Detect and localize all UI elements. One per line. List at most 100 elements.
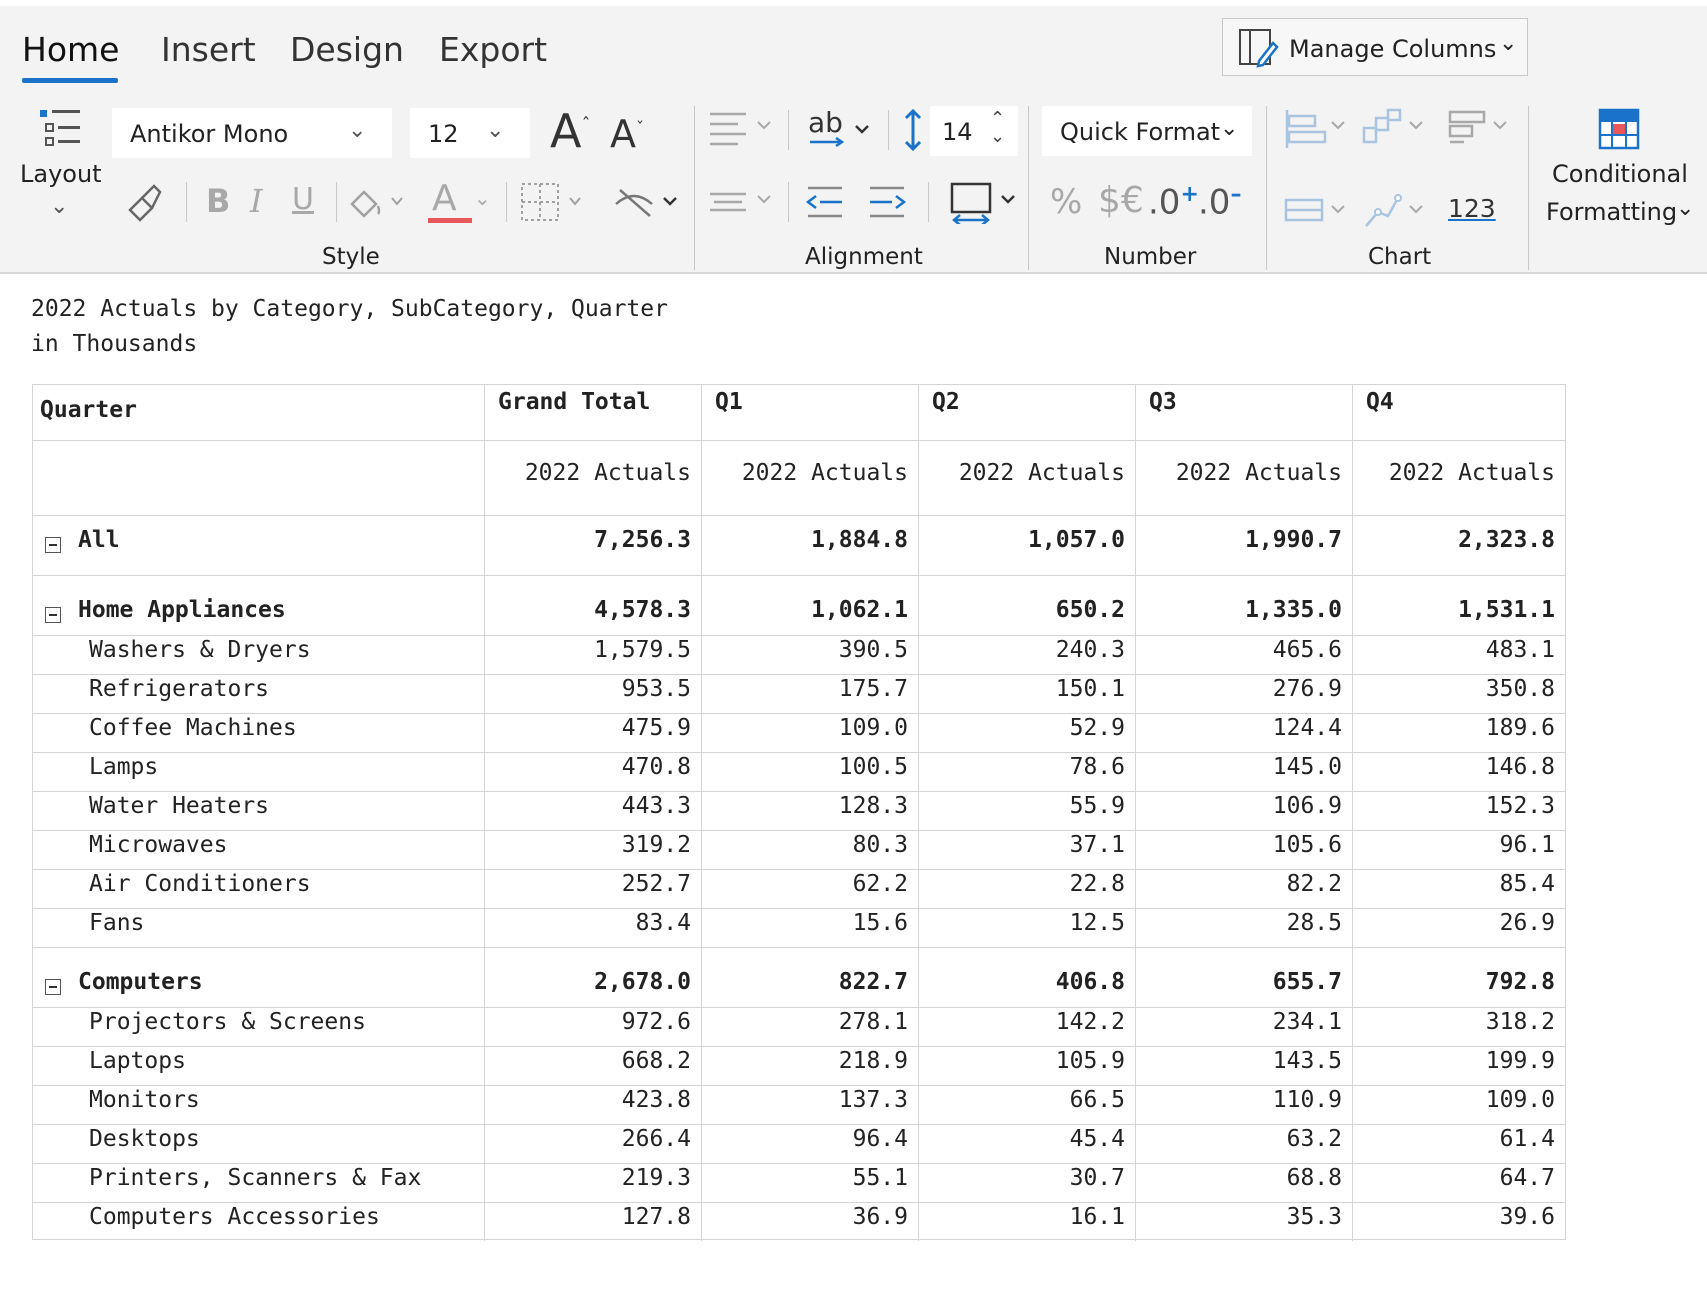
value-cell: 483.1 [1485,637,1555,663]
quick-format-dropdown[interactable]: Quick Format ⌄ [1042,106,1252,156]
grid-line [918,385,919,1241]
decrease-indent-icon[interactable] [804,182,846,222]
hide-icon[interactable] [612,184,682,220]
conditional-formatting-label-1[interactable]: Conditional [1552,160,1688,188]
value-cell: 465.6 [1272,637,1342,663]
tab-home[interactable]: Home [22,30,119,69]
chevron-down-icon[interactable]: ⌄ [474,186,491,210]
value-cell: 145.0 [1272,754,1342,780]
value-cell: 470.8 [621,754,691,780]
row-label: Air Conditioners [89,871,311,897]
increase-decimal-icon[interactable]: .0+ [1148,182,1199,222]
data-grid: Quarter Grand Total Q1 Q2 Q3 Q4 2022 Actuals 20… [32,384,1566,1241]
value-cell: 96.1 [1499,832,1555,858]
separator [928,182,929,222]
decrease-decimal-icon[interactable]: .0– [1198,182,1241,222]
table-row: Printers, Scanners & Fax 219.3 55.1 30.7 68.… [33,1163,1565,1202]
collapse-toggle-icon[interactable] [45,979,61,995]
value-cell: 80.3 [852,832,908,858]
value-cell: 240.3 [1055,637,1125,663]
borders-icon[interactable] [520,182,586,222]
measure-header: 2022 Actuals [741,460,908,486]
layout-chevron-down-icon[interactable]: ⌄ [50,194,68,219]
italic-icon[interactable]: I [250,182,263,220]
collapse-toggle-icon[interactable] [45,607,61,623]
increase-font-size-icon[interactable]: Aˆ [550,104,590,158]
conditional-formatting-label-2[interactable]: Formatting [1546,198,1677,226]
decrease-font-size-icon[interactable]: Aˇ [610,112,644,156]
value-cell: 4,578.3 [594,597,691,623]
column-chart-icon[interactable] [1284,192,1350,232]
horizontal-align-icon[interactable] [708,108,778,148]
layout-icon[interactable] [38,108,82,150]
group-separator [1528,106,1529,270]
value-cell: 62.2 [852,871,908,897]
measure-header: 2022 Actuals [1388,460,1555,486]
variance-chart-icon[interactable] [1446,108,1512,152]
column-header[interactable]: Q3 [1149,389,1177,415]
value-cell: 150.1 [1055,676,1125,702]
column-header[interactable]: Q1 [715,389,743,415]
vertical-align-icon[interactable] [708,180,778,220]
font-color-icon[interactable]: A [432,178,457,219]
value-cell: 1,579.5 [594,637,691,663]
group-separator [1266,106,1267,270]
number-group-label: Number [1104,244,1197,270]
tab-export[interactable]: Export [439,30,547,69]
indent-stepper[interactable]: 14 ⌃ ⌄ [930,106,1018,156]
column-width-icon[interactable] [950,180,1020,224]
layout-label[interactable]: Layout [20,160,102,188]
svg-text:ab: ab [808,108,843,139]
font-size-dropdown[interactable]: 12 ⌄ [410,108,530,158]
waterfall-chart-icon[interactable] [1362,108,1428,152]
stepper-down-icon[interactable]: ⌄ [990,126,1005,147]
tab-insert[interactable]: Insert [161,30,256,69]
increase-indent-icon[interactable] [866,182,908,222]
value-cell: 668.2 [621,1048,691,1074]
table-row: Washers & Dryers 1,579.5 390.5 240.3 465.6 48… [33,635,1565,674]
value-cell: 83.4 [635,910,691,936]
number-format-123-button[interactable]: 123 [1448,194,1496,223]
value-cell: 423.8 [621,1087,691,1113]
chart-group-label: Chart [1368,244,1432,270]
value-cell: 78.6 [1069,754,1125,780]
grid-line [1352,385,1353,1241]
value-cell: 109.0 [1485,1087,1555,1113]
group-separator [1028,106,1029,270]
column-header[interactable]: Q2 [932,389,960,415]
bar-chart-icon[interactable] [1284,108,1350,152]
value-cell: 143.5 [1272,1048,1342,1074]
chevron-down-icon: ⌄ [348,118,367,143]
column-header[interactable]: Grand Total [498,389,650,415]
bold-icon[interactable]: B [206,182,230,220]
value-cell: 45.4 [1069,1126,1125,1152]
value-cell: 278.1 [838,1009,908,1035]
value-cell: 127.8 [621,1204,691,1230]
font-size-value: 12 [428,120,459,148]
percent-icon[interactable]: % [1050,182,1082,222]
underline-icon[interactable]: U [292,182,314,217]
value-cell: 63.2 [1286,1126,1342,1152]
value-cell: 406.8 [1055,969,1125,995]
chevron-down-icon[interactable]: ⌄ [1676,196,1694,221]
line-chart-icon[interactable] [1362,190,1428,234]
row-height-icon[interactable] [900,108,926,152]
column-header[interactable]: Q4 [1366,389,1394,415]
wrap-text-icon[interactable]: ab [806,108,872,152]
tab-design[interactable]: Design [290,30,404,69]
manage-columns-button[interactable]: Manage Columns ⌄ [1222,18,1528,76]
value-cell: 96.4 [852,1126,908,1152]
row-label: Laptops [89,1048,186,1074]
value-cell: 319.2 [621,832,691,858]
font-family-dropdown[interactable]: Antikor Mono ⌄ [112,108,392,158]
value-cell: 218.9 [838,1048,908,1074]
value-cell: 109.0 [838,715,908,741]
chevron-down-icon: ⌄ [486,118,505,143]
conditional-formatting-icon[interactable] [1598,108,1640,150]
fill-color-icon[interactable] [346,182,406,222]
value-cell: 105.9 [1055,1048,1125,1074]
currency-icon[interactable]: $€ [1098,180,1144,221]
format-painter-icon[interactable] [124,180,166,222]
row-label: Desktops [89,1126,200,1152]
collapse-toggle-icon[interactable] [45,537,61,553]
